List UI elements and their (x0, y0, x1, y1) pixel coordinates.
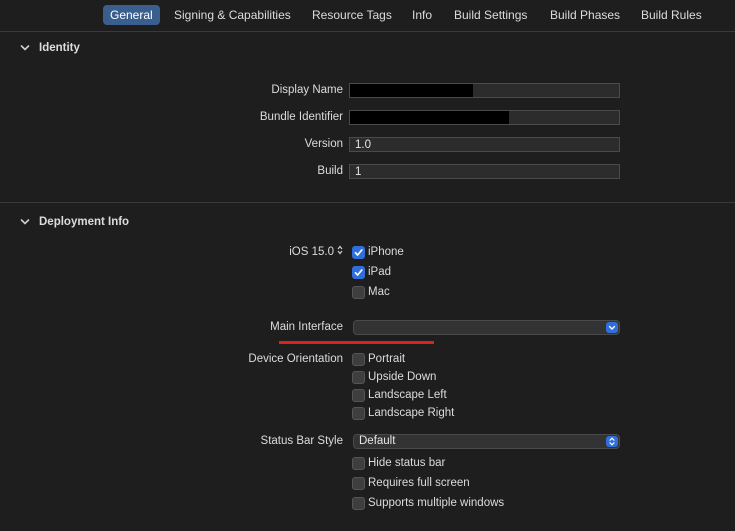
requires-full-screen-label: Requires full screen (368, 477, 470, 489)
build-field[interactable]: 1 (349, 164, 620, 179)
deployment-info-section-header[interactable]: Deployment Info (0, 210, 735, 234)
hide-status-bar-checkbox[interactable] (352, 457, 365, 470)
deployment-info-title: Deployment Info (39, 216, 130, 228)
landscape-left-label: Landscape Left (368, 389, 447, 401)
bundle-identifier-label: Bundle Identifier (259, 111, 343, 123)
landscape-left-checkbox[interactable] (352, 389, 365, 402)
upside-down-label: Upside Down (368, 371, 437, 383)
main-interface-select[interactable] (353, 320, 620, 335)
landscape-right-label: Landscape Right (368, 407, 455, 419)
bundle-identifier-field[interactable] (349, 110, 620, 125)
checkmark-icon (354, 249, 363, 256)
requires-full-screen-checkbox[interactable] (352, 477, 365, 490)
tab-bar: General Signing & Capabilities Resource … (0, 0, 735, 29)
redacted-block (350, 84, 473, 97)
identity-title: Identity (39, 42, 80, 54)
display-name-field[interactable] (349, 83, 620, 98)
main-interface-label: Main Interface (270, 321, 343, 333)
chevron-down-icon (606, 322, 618, 333)
tab-build-rules[interactable]: Build Rules (634, 5, 709, 25)
tab-general[interactable]: General (103, 5, 160, 25)
version-label: Version (304, 138, 343, 150)
version-field[interactable]: 1.0 (349, 137, 620, 152)
ios-version-selector[interactable]: iOS 15.0 (289, 244, 343, 260)
tab-build-phases[interactable]: Build Phases (543, 5, 627, 25)
hide-status-bar-label: Hide status bar (368, 457, 446, 469)
ios-version-label: iOS 15.0 (289, 246, 334, 259)
device-orientation-label: Device Orientation (248, 353, 343, 365)
tab-signing-capabilities[interactable]: Signing & Capabilities (167, 5, 298, 25)
chevron-down-icon (20, 36, 32, 60)
tab-build-settings[interactable]: Build Settings (447, 5, 534, 25)
redacted-block (350, 111, 509, 124)
tab-info[interactable]: Info (405, 5, 439, 25)
tab-resource-tags[interactable]: Resource Tags (305, 5, 399, 25)
mac-label: Mac (368, 286, 390, 298)
section-divider (0, 202, 735, 203)
status-bar-style-select[interactable]: Default (353, 434, 620, 449)
portrait-checkbox[interactable] (352, 353, 365, 366)
supports-multiple-windows-label: Supports multiple windows (368, 497, 505, 509)
iphone-label: iPhone (368, 246, 404, 258)
identity-section-header[interactable]: Identity (0, 36, 735, 60)
red-underline-annotation (279, 341, 434, 344)
portrait-label: Portrait (368, 353, 406, 365)
checkmark-icon (354, 269, 363, 276)
ipad-label: iPad (368, 266, 392, 278)
build-label: Build (317, 165, 343, 177)
chevron-down-icon (20, 210, 32, 234)
upside-down-checkbox[interactable] (352, 371, 365, 384)
display-name-label: Display Name (271, 84, 343, 96)
ipad-checkbox[interactable] (352, 266, 365, 279)
mac-checkbox[interactable] (352, 286, 365, 299)
landscape-right-checkbox[interactable] (352, 407, 365, 420)
status-bar-style-label: Status Bar Style (260, 435, 343, 447)
stepper-icon (337, 244, 343, 260)
tabbar-divider (0, 31, 735, 32)
supports-multiple-windows-checkbox[interactable] (352, 497, 365, 510)
stepper-icon (606, 436, 618, 447)
iphone-checkbox[interactable] (352, 246, 365, 259)
